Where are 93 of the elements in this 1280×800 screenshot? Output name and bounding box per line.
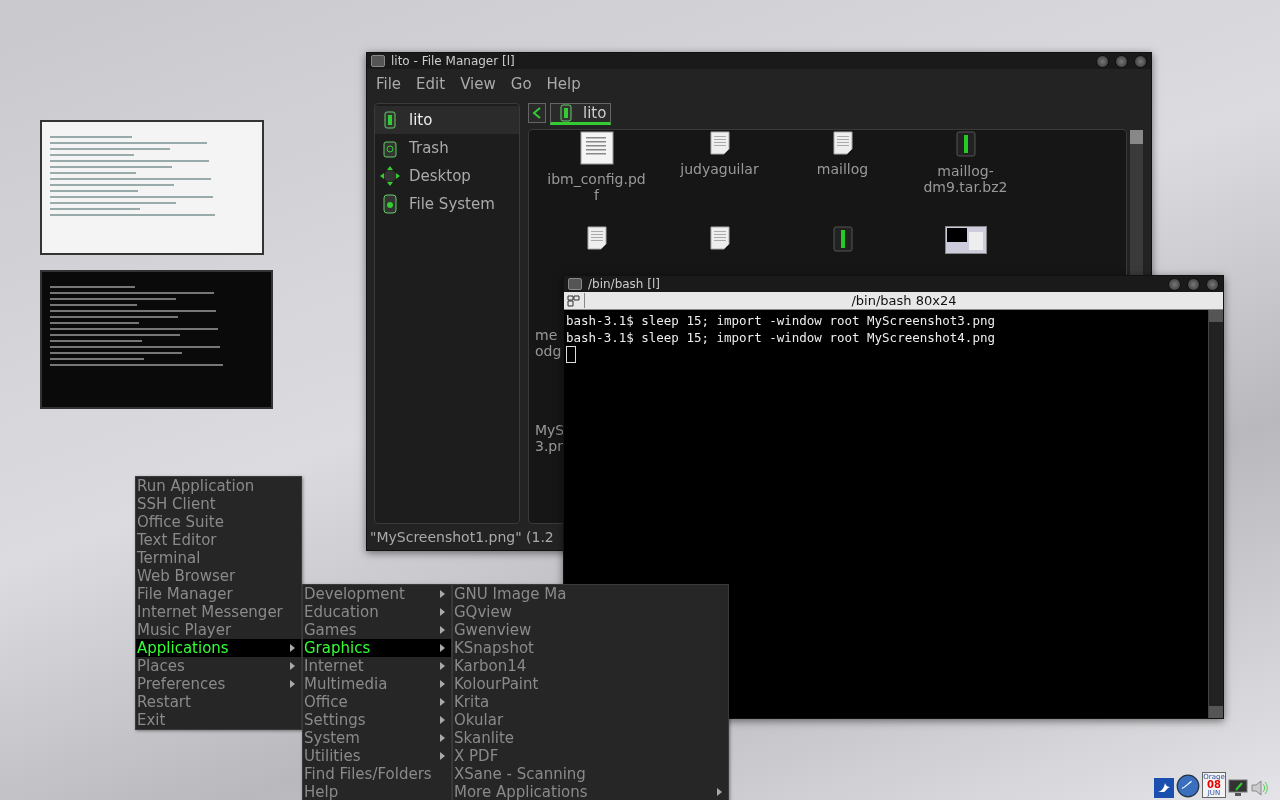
sidebar-label: Desktop	[409, 167, 471, 185]
maximize-button[interactable]	[1187, 277, 1200, 291]
window-title: lito - File Manager [l]	[391, 54, 516, 68]
menu-item[interactable]: Office	[303, 693, 451, 711]
sidebar-item[interactable]: lito	[375, 106, 519, 134]
menu-item[interactable]: Games	[303, 621, 451, 639]
menu-item[interactable]: Help	[303, 783, 451, 800]
sidebar-item[interactable]: Desktop	[375, 162, 519, 190]
document-icon	[579, 131, 614, 165]
menu-item[interactable]: Terminal	[136, 549, 301, 567]
menu-item[interactable]: XSane - Scanning	[453, 765, 728, 783]
path-button[interactable]: lito	[550, 103, 612, 125]
sidebar-item[interactable]: File System	[375, 190, 519, 218]
text-cursor	[566, 346, 576, 363]
terminal-line: bash-3.1$ sleep 15; import -window root MyScreenshot4.png	[566, 329, 996, 346]
workspace-thumbnail[interactable]	[40, 120, 264, 255]
menu-item[interactable]: X PDF	[453, 747, 728, 765]
menu-item[interactable]: Development	[303, 585, 451, 603]
close-button[interactable]	[1206, 277, 1219, 291]
file-label[interactable]: maillog	[816, 161, 869, 177]
back-button[interactable]	[528, 103, 546, 123]
menu-item[interactable]: More Applications	[453, 783, 728, 800]
menu-bar-item[interactable]: File	[376, 75, 402, 93]
menu-bar-item[interactable]: Edit	[416, 75, 446, 93]
maximize-button[interactable]	[1115, 54, 1128, 68]
menu-item[interactable]: Skanlite	[453, 729, 728, 747]
sidebar-label: File System	[409, 195, 495, 213]
menu-bar-item[interactable]: Go	[510, 75, 532, 93]
menu-item[interactable]: SSH Client	[136, 495, 301, 513]
window-title: /bin/bash [l]	[588, 277, 661, 291]
menu-item[interactable]: KSnapshot	[453, 639, 728, 657]
bird-icon[interactable]	[1154, 778, 1174, 798]
menu-item[interactable]: Places	[136, 657, 301, 675]
menu-item[interactable]: Okular	[453, 711, 728, 729]
scrollbar[interactable]	[1208, 310, 1223, 718]
menu-item[interactable]: System	[303, 729, 451, 747]
close-button[interactable]	[1134, 54, 1147, 68]
monitor-icon[interactable]	[1228, 778, 1248, 798]
menu-item[interactable]: KolourPaint	[453, 675, 728, 693]
menu-item[interactable]: File Manager	[136, 585, 301, 603]
workspace-thumbnail[interactable]	[40, 270, 273, 409]
partial-file-label[interactable]: me	[535, 327, 558, 343]
menu-item[interactable]: GQview	[453, 603, 728, 621]
partial-file-label[interactable]: odg	[535, 343, 562, 359]
file-label[interactable]: ibm_config.pd	[547, 171, 646, 187]
status-text: "MyScreenshot1.png" (1.2	[369, 528, 555, 547]
scrollbar[interactable]	[1129, 129, 1144, 275]
menu-item[interactable]: Find Files/Folders	[303, 765, 451, 783]
menu-item[interactable]: Run Application	[136, 477, 301, 495]
menu-item[interactable]: Web Browser	[136, 567, 301, 585]
menu-bar-item[interactable]: Help	[546, 75, 581, 93]
file-label[interactable]: judyaguilar	[680, 161, 759, 177]
menu-item[interactable]: Office Suite	[136, 513, 301, 531]
file-label[interactable]: dm9.tar.bz2	[923, 179, 1008, 195]
partial-file-label[interactable]: MyS	[535, 422, 565, 438]
text-file-icon	[832, 131, 853, 155]
menu-item[interactable]: Text Editor	[136, 531, 301, 549]
sidebar-item[interactable]: Trash	[375, 134, 519, 162]
tab-menu-button[interactable]	[564, 293, 585, 308]
menu-item[interactable]: Exit	[136, 711, 301, 729]
menu-item[interactable]: Graphics	[303, 639, 451, 657]
minimize-button[interactable]	[1168, 277, 1181, 291]
text-file-icon	[709, 226, 730, 250]
archive-icon	[955, 131, 976, 157]
menu-item[interactable]: GNU Image Ma	[453, 585, 728, 603]
menu-item[interactable]: Karbon14	[453, 657, 728, 675]
text-file-icon	[709, 131, 730, 155]
menu-item[interactable]: Internet	[303, 657, 451, 675]
menu-item[interactable]: Internet Messenger	[136, 603, 301, 621]
sidebar-label: Trash	[409, 139, 449, 157]
archive-icon	[832, 226, 853, 252]
menu-item[interactable]: Settings	[303, 711, 451, 729]
menu-item[interactable]: Education	[303, 603, 451, 621]
menu-item[interactable]: Applications	[136, 639, 301, 657]
sidebar-label: lito	[409, 111, 433, 129]
menu-item[interactable]: Preferences	[136, 675, 301, 693]
window-icon	[371, 55, 385, 67]
compass-icon	[379, 165, 401, 187]
file-label[interactable]: f	[594, 187, 599, 203]
terminal-line: bash-3.1$ sleep 15; import -window root MyScreenshot3.png	[566, 312, 996, 329]
image-thumbnail-icon	[944, 226, 987, 254]
minimize-button[interactable]	[1096, 54, 1109, 68]
menu-item[interactable]: Utilities	[303, 747, 451, 765]
menu-item[interactable]: Multimedia	[303, 675, 451, 693]
file-label[interactable]: maillog-	[937, 163, 994, 179]
menu-item[interactable]: Restart	[136, 693, 301, 711]
menu-item[interactable]: Krita	[453, 693, 728, 711]
text-file-icon	[586, 226, 607, 250]
menu-item[interactable]: Music Player	[136, 621, 301, 639]
window-icon	[568, 278, 582, 290]
menu-bar-item[interactable]: View	[460, 75, 496, 93]
windows-grid-icon	[567, 294, 581, 307]
menu-item[interactable]: Gwenview	[453, 621, 728, 639]
